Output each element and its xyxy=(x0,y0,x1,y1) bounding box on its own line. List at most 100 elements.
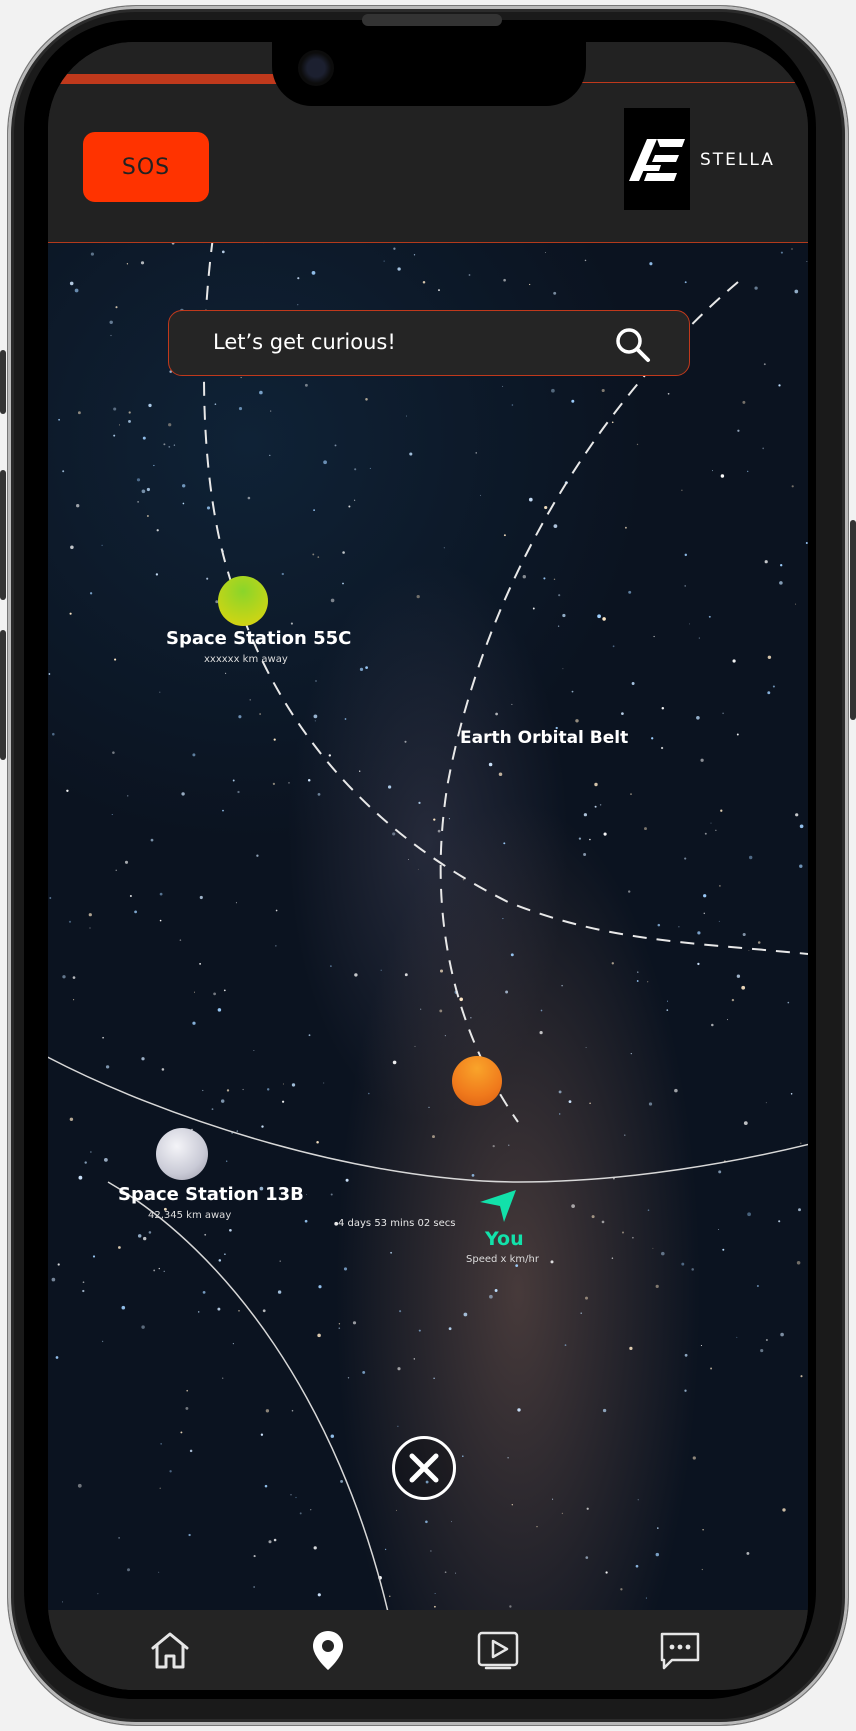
star xyxy=(601,388,605,393)
star xyxy=(580,1312,582,1314)
star xyxy=(780,1332,784,1337)
star xyxy=(736,1336,738,1338)
star xyxy=(70,545,74,550)
star xyxy=(630,1053,632,1055)
star xyxy=(433,1377,435,1379)
star xyxy=(681,1262,685,1266)
star xyxy=(211,1108,214,1110)
star xyxy=(508,1144,510,1146)
star xyxy=(736,974,741,978)
star xyxy=(800,1375,803,1378)
star xyxy=(354,468,357,471)
space-station-13b-planet[interactable] xyxy=(156,1128,208,1180)
play-icon[interactable] xyxy=(476,1628,520,1672)
star xyxy=(780,564,783,567)
star xyxy=(571,1204,575,1208)
star xyxy=(585,1296,588,1300)
star-map[interactable] xyxy=(48,242,808,1610)
earth-orbital-belt-label: Earth Orbital Belt xyxy=(460,728,629,748)
star xyxy=(416,594,420,599)
star xyxy=(790,1093,793,1095)
search-icon[interactable] xyxy=(613,325,653,365)
star xyxy=(657,923,661,927)
destination-planet[interactable] xyxy=(452,1056,502,1106)
space-station-13b-label: Space Station 13B xyxy=(118,1184,304,1205)
star xyxy=(539,1031,543,1035)
star xyxy=(667,392,670,395)
star xyxy=(455,1572,457,1574)
star xyxy=(105,1065,110,1069)
star xyxy=(795,603,797,605)
location-pin-icon[interactable] xyxy=(306,1628,350,1672)
star xyxy=(307,778,311,782)
star xyxy=(318,1285,322,1289)
star xyxy=(387,785,392,789)
star xyxy=(124,860,129,864)
star xyxy=(314,720,316,722)
star xyxy=(711,1023,714,1027)
star xyxy=(715,829,717,831)
star xyxy=(578,837,582,840)
star xyxy=(684,585,686,587)
orbit-path-earth-belt xyxy=(439,281,739,1123)
chat-icon[interactable] xyxy=(658,1628,702,1672)
star xyxy=(169,1470,172,1473)
star xyxy=(369,467,371,469)
star xyxy=(511,1504,513,1506)
star xyxy=(313,1546,317,1550)
star xyxy=(612,645,615,648)
star xyxy=(778,384,781,387)
star xyxy=(657,1527,659,1529)
star xyxy=(632,1236,634,1239)
star xyxy=(743,1121,748,1125)
star xyxy=(128,411,131,414)
star xyxy=(433,818,436,821)
search-bar[interactable]: Let’s get curious! xyxy=(168,310,690,376)
search-input[interactable]: Let’s get curious! xyxy=(213,330,396,354)
star xyxy=(76,504,80,508)
star xyxy=(451,1521,452,1523)
star xyxy=(406,415,407,417)
star xyxy=(186,1389,189,1392)
star xyxy=(763,363,766,366)
star xyxy=(104,1158,108,1162)
bottom-navigation xyxy=(48,1610,808,1690)
star xyxy=(434,1593,436,1594)
star xyxy=(158,1571,160,1573)
star xyxy=(718,1229,720,1230)
star xyxy=(805,541,808,545)
star xyxy=(136,478,141,482)
star xyxy=(397,1425,399,1427)
star xyxy=(380,969,382,971)
star xyxy=(153,1269,156,1272)
star xyxy=(767,655,772,660)
star xyxy=(62,1601,63,1603)
star xyxy=(742,932,746,937)
star xyxy=(630,793,632,795)
star xyxy=(304,383,308,387)
star xyxy=(674,1088,678,1093)
star xyxy=(146,515,149,517)
star xyxy=(397,267,401,271)
star xyxy=(602,617,606,621)
star xyxy=(718,1170,722,1174)
space-station-55c-planet[interactable] xyxy=(218,576,268,626)
star xyxy=(414,1045,416,1047)
star xyxy=(353,499,356,501)
star xyxy=(199,895,203,900)
star xyxy=(74,288,79,293)
sos-button[interactable]: SOS xyxy=(83,132,209,202)
star xyxy=(269,454,271,457)
star xyxy=(494,1289,498,1292)
close-button[interactable] xyxy=(392,1436,456,1500)
star xyxy=(330,1434,335,1438)
star xyxy=(404,973,408,977)
star xyxy=(148,1231,152,1234)
star xyxy=(701,1568,703,1571)
star xyxy=(334,444,337,447)
star xyxy=(342,582,344,585)
star xyxy=(583,853,587,856)
star xyxy=(689,623,690,625)
star xyxy=(746,1551,750,1555)
home-icon[interactable] xyxy=(148,1628,192,1672)
